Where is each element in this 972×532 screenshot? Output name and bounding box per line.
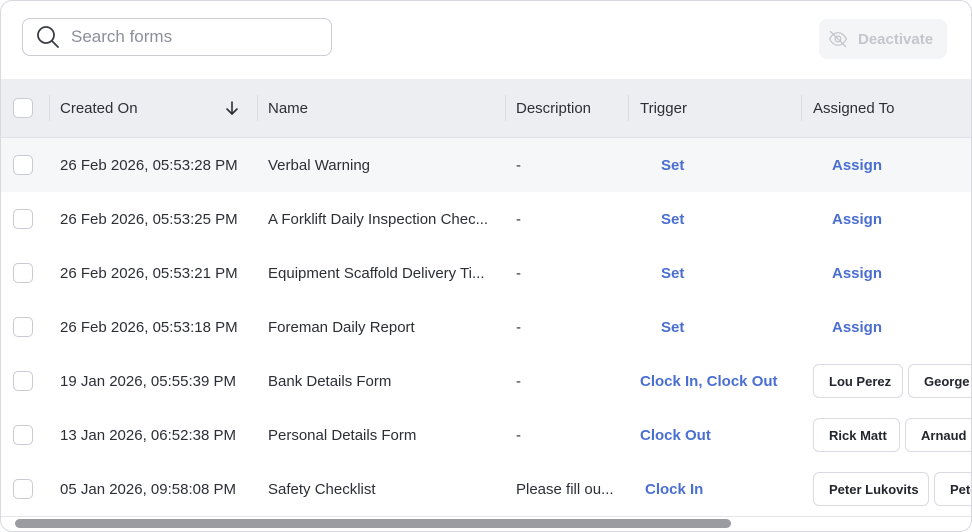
table-row[interactable]: 19 Jan 2026, 05:55:39 PM Bank Details Fo… [1, 354, 971, 409]
created-on-cell: 19 Jan 2026, 05:55:39 PM [60, 372, 236, 390]
created-on-cell: 05 Jan 2026, 09:58:08 PM [60, 480, 236, 498]
scrollbar-thumb[interactable] [15, 519, 731, 528]
description-cell: - [516, 318, 521, 336]
assign-link[interactable]: Assign [832, 138, 952, 192]
row-checkbox[interactable] [13, 317, 33, 337]
assignee-chip[interactable]: George [908, 364, 971, 398]
table-row[interactable]: 26 Feb 2026, 05:53:25 PM A Forklift Dail… [1, 192, 971, 247]
assign-link[interactable]: Assign [832, 300, 952, 354]
column-divider [505, 95, 506, 121]
trigger-link[interactable]: Clock In, Clock Out [640, 354, 795, 408]
form-name-cell[interactable]: Personal Details Form [268, 408, 500, 462]
deactivate-label: Deactivate [858, 30, 934, 48]
toolbar: Deactivate [1, 1, 971, 79]
column-header-name[interactable]: Name [268, 79, 308, 137]
column-header-description[interactable]: Description [516, 79, 591, 137]
column-header-created-on[interactable]: Created On [60, 79, 138, 137]
assignee-chip[interactable]: Arnaud D [905, 418, 971, 452]
horizontal-scrollbar[interactable] [1, 513, 971, 531]
row-checkbox[interactable] [13, 263, 33, 283]
trigger-link[interactable]: Clock Out [640, 408, 795, 462]
table-row[interactable]: 05 Jan 2026, 09:58:08 PM Safety Checklis… [1, 462, 971, 517]
created-on-cell: 13 Jan 2026, 06:52:38 PM [60, 426, 236, 444]
search-icon [37, 26, 59, 48]
form-name-cell[interactable]: Verbal Warning [268, 138, 500, 192]
column-header-created-on-label: Created On [60, 99, 138, 117]
assign-link[interactable]: Assign [832, 192, 952, 246]
table-row[interactable]: 26 Feb 2026, 05:53:18 PM Foreman Daily R… [1, 300, 971, 355]
description-cell: Please fill ou... [516, 480, 614, 498]
assignee-chip[interactable]: Lou Perez [813, 364, 903, 398]
created-on-cell: 26 Feb 2026, 05:53:21 PM [60, 264, 238, 282]
row-checkbox[interactable] [13, 209, 33, 229]
form-name-cell[interactable]: Safety Checklist [268, 462, 500, 516]
search-box[interactable] [22, 18, 332, 56]
description-cell: - [516, 156, 521, 174]
column-header-assigned-to-label: Assigned To [813, 99, 895, 117]
description-cell: - [516, 264, 521, 282]
column-header-trigger[interactable]: Trigger [640, 79, 687, 137]
table-row[interactable]: 26 Feb 2026, 05:53:21 PM Equipment Scaff… [1, 246, 971, 301]
description-cell: - [516, 210, 521, 228]
eye-off-icon [828, 30, 848, 48]
row-checkbox[interactable] [13, 155, 33, 175]
column-divider [628, 95, 629, 121]
form-name-cell[interactable]: Foreman Daily Report [268, 300, 500, 354]
table-header: Created On Name Description Trigger Assi… [1, 79, 971, 138]
created-on-cell: 26 Feb 2026, 05:53:18 PM [60, 318, 238, 336]
created-on-cell: 26 Feb 2026, 05:53:25 PM [60, 210, 238, 228]
assignee-chip[interactable]: Rick Matt [813, 418, 900, 452]
sort-descending-icon[interactable] [224, 100, 240, 116]
search-input[interactable] [69, 26, 313, 48]
description-cell: - [516, 426, 521, 444]
form-name-cell[interactable]: A Forklift Daily Inspection Chec... [268, 192, 500, 246]
deactivate-button[interactable]: Deactivate [819, 19, 947, 59]
column-header-name-label: Name [268, 99, 309, 117]
form-name-cell[interactable]: Bank Details Form [268, 354, 500, 408]
set-trigger-link[interactable]: Set [661, 138, 781, 192]
assignee-chip[interactable]: Peter Lukovits [813, 472, 929, 506]
select-all-checkbox[interactable] [13, 98, 33, 118]
column-divider [49, 95, 50, 121]
table-row[interactable]: 26 Feb 2026, 05:53:28 PM Verbal Warning … [1, 138, 971, 193]
forms-table-panel: Deactivate Created On Name Description [0, 0, 972, 532]
assign-link[interactable]: Assign [832, 246, 952, 300]
column-divider [257, 95, 258, 121]
column-header-trigger-label: Trigger [640, 99, 687, 117]
row-checkbox[interactable] [13, 371, 33, 391]
form-name-cell[interactable]: Equipment Scaffold Delivery Ti... [268, 246, 500, 300]
description-cell: - [516, 372, 521, 390]
row-checkbox[interactable] [13, 425, 33, 445]
row-checkbox[interactable] [13, 479, 33, 499]
set-trigger-link[interactable]: Set [661, 246, 781, 300]
created-on-cell: 26 Feb 2026, 05:53:28 PM [60, 156, 238, 174]
column-divider [801, 95, 802, 121]
column-header-description-label: Description [516, 99, 592, 117]
assignee-chip[interactable]: Pete [934, 472, 971, 506]
trigger-link[interactable]: Clock In [645, 462, 795, 516]
column-header-assigned-to[interactable]: Assigned To [813, 79, 894, 137]
set-trigger-link[interactable]: Set [661, 300, 781, 354]
set-trigger-link[interactable]: Set [661, 192, 781, 246]
table-row[interactable]: 13 Jan 2026, 06:52:38 PM Personal Detail… [1, 408, 971, 463]
